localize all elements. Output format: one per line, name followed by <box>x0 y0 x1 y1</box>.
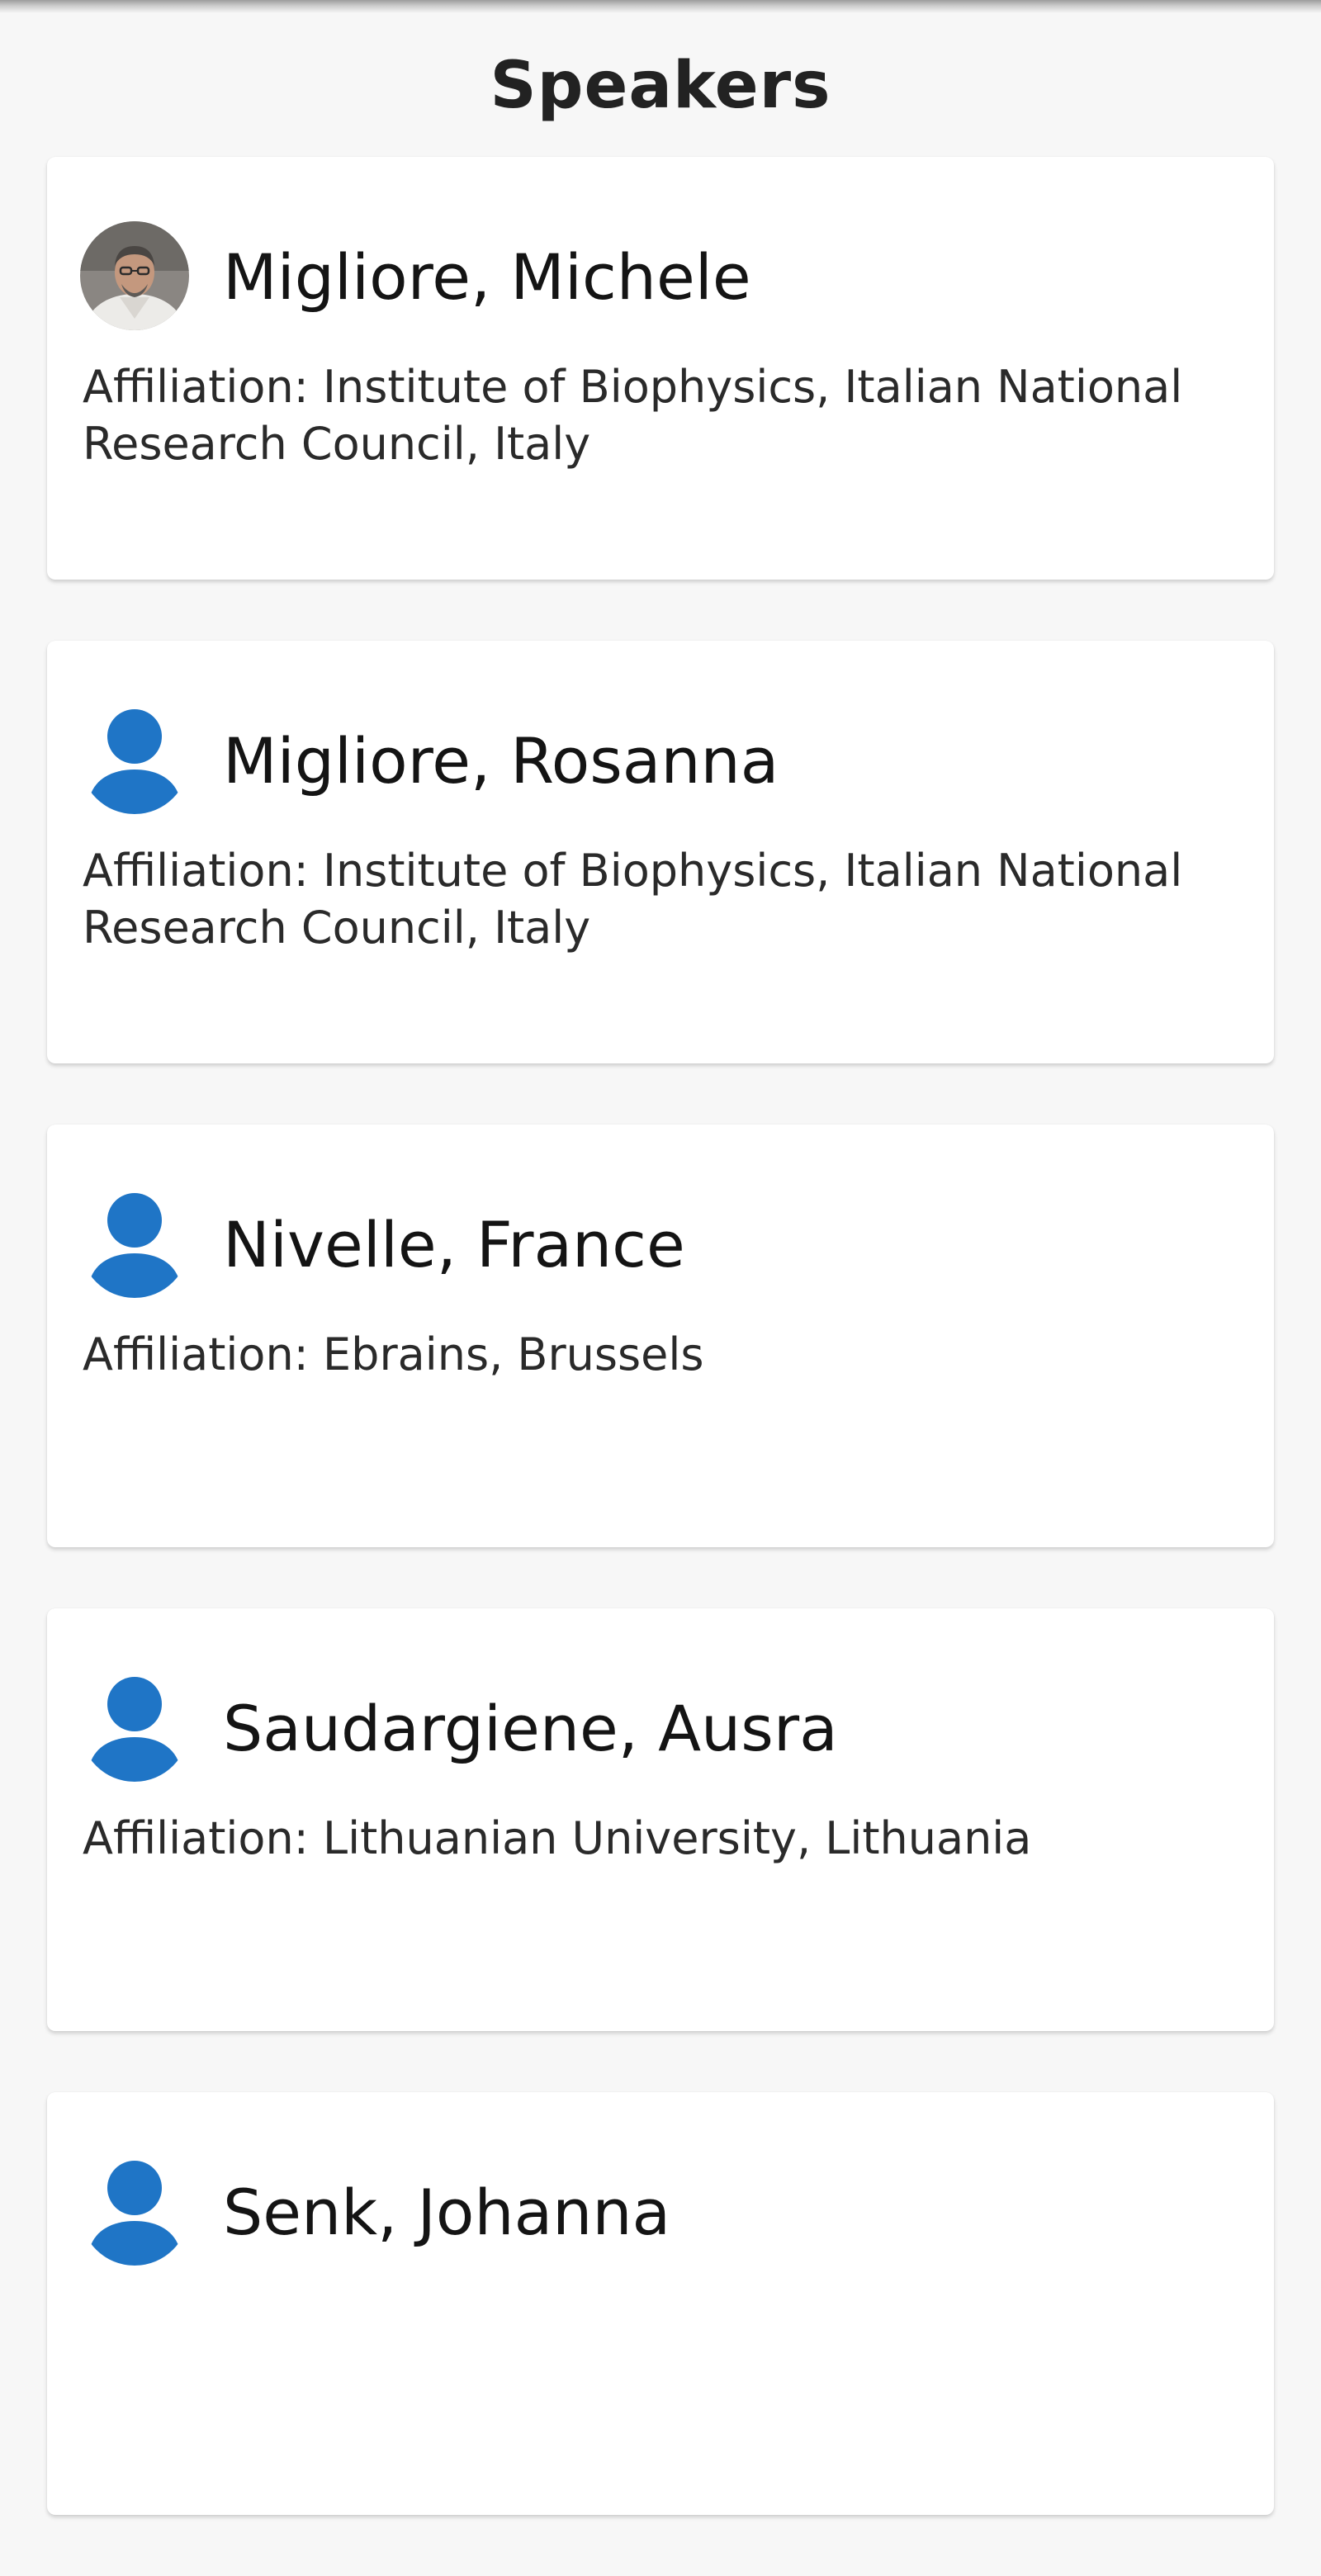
speaker-photo <box>80 221 189 330</box>
person-icon <box>80 2157 189 2266</box>
speaker-card[interactable]: Migliore, Michele Affiliation: Institute… <box>47 157 1274 580</box>
speaker-name: Nivelle, France <box>223 1208 685 1281</box>
speaker-card[interactable]: Saudargiene, Ausra Affiliation: Lithuani… <box>47 1608 1274 2031</box>
speaker-list: Migliore, Michele Affiliation: Institute… <box>47 157 1274 2576</box>
speaker-affiliation: Affiliation: Ebrains, Brussels <box>83 1328 704 1380</box>
speaker-affiliation: Affiliation: Institute of Biophysics, It… <box>83 845 1183 954</box>
speaker-affiliation: Affiliation: Lithuanian University, Lith… <box>83 1812 1032 1864</box>
speaker-name: Migliore, Michele <box>223 240 751 314</box>
speaker-name: Migliore, Rosanna <box>223 724 779 798</box>
speaker-card[interactable]: Migliore, Rosanna Affiliation: Institute… <box>47 641 1274 1063</box>
speaker-name: Senk, Johanna <box>223 2176 671 2249</box>
speaker-name: Saudargiene, Ausra <box>223 1692 838 1765</box>
speaker-card[interactable]: Senk, Johanna <box>47 2092 1274 2515</box>
speaker-affiliation: Affiliation: Institute of Biophysics, It… <box>83 361 1183 470</box>
speaker-card[interactable]: Nivelle, France Affiliation: Ebrains, Br… <box>47 1125 1274 1547</box>
person-icon <box>80 705 189 814</box>
status-bar-shadow <box>0 0 1321 13</box>
page-title: Speakers <box>490 49 831 123</box>
person-icon <box>80 1189 189 1298</box>
person-icon <box>80 1673 189 1782</box>
